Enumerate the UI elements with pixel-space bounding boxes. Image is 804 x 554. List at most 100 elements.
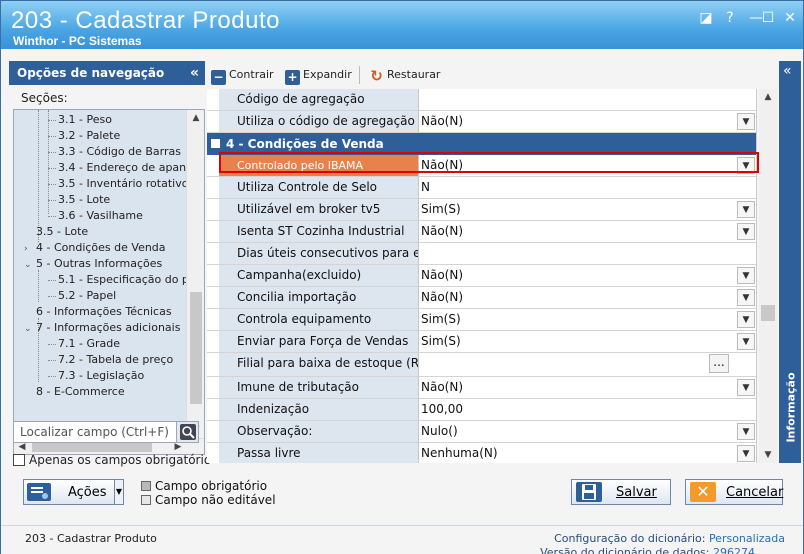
property-grid: Código de agregação Utiliza o código de …: [207, 89, 757, 463]
tree-item[interactable]: 3.4 - Endereço de apanha: [58, 160, 200, 176]
chevron-down-icon[interactable]: ▼: [737, 289, 755, 306]
dict-config-label: Configuração do dicionário:: [554, 532, 706, 545]
row-value[interactable]: 100,00: [419, 399, 756, 420]
grid-row[interactable]: Imune de tributação Não(N) ▼: [207, 377, 756, 399]
row-value-text: Não(N): [421, 224, 464, 238]
row-value[interactable]: Não(N) ▼: [419, 265, 756, 286]
grid-row[interactable]: Indenização 100,00: [207, 399, 756, 421]
section-title: 4 - Condições de Venda: [226, 137, 384, 151]
row-value-text: Sim(S): [421, 334, 461, 348]
tree-item[interactable]: 3.5 - Inventário rotativo: [58, 176, 188, 192]
cancel-button[interactable]: ✕ Cancelar: [685, 479, 783, 505]
grid-row[interactable]: Utiliza o código de agregação Não(N) ▼: [207, 111, 756, 133]
collapse-section-icon[interactable]: [211, 139, 220, 148]
help-icon[interactable]: ?: [719, 9, 741, 27]
chevron-down-icon[interactable]: ▼: [737, 379, 755, 396]
scroll-down-icon[interactable]: ▼: [760, 447, 776, 463]
checkbox-box[interactable]: [13, 454, 25, 466]
tree-item[interactable]: 7.1 - Grade: [58, 336, 120, 352]
restaurar-button[interactable]: ↻ Restaurar: [369, 65, 440, 85]
tree-item[interactable]: ⌄ 7 - Informações adicionais: [24, 320, 180, 336]
tree-connector: [48, 184, 56, 185]
actions-button[interactable]: Ações: [23, 479, 123, 505]
grid-row[interactable]: Código de agregação: [207, 89, 756, 111]
tree-item[interactable]: 5.1 - Especificação do pro: [58, 272, 200, 288]
close-icon[interactable]: ✕: [779, 9, 801, 27]
actions-dropdown-icon[interactable]: ▼: [114, 479, 124, 505]
tree-vertical-scrollbar[interactable]: ▲ ▼: [186, 110, 204, 438]
chevron-down-icon[interactable]: ▼: [737, 423, 755, 440]
tree-item[interactable]: 3.5 - Lote: [58, 192, 110, 208]
chevron-down-icon[interactable]: ▼: [737, 333, 755, 350]
tree-item[interactable]: › 4 - Condições de Venda: [24, 240, 166, 256]
grid-vertical-scrollbar[interactable]: ▲ ▼: [759, 89, 777, 463]
search-field[interactable]: Localizar campo (Ctrl+F): [13, 421, 199, 443]
tree-scroll-thumb[interactable]: [190, 292, 202, 404]
row-value[interactable]: [419, 243, 756, 264]
collapse-left-icon[interactable]: «: [190, 61, 199, 85]
grid-row[interactable]: Campanha(excluido) Não(N) ▼: [207, 265, 756, 287]
row-value-text: Não(N): [421, 268, 464, 282]
chevron-down-icon[interactable]: ▼: [737, 113, 755, 130]
tree-item[interactable]: 7.3 - Legislação: [58, 368, 144, 384]
maximize-icon[interactable]: ☐: [757, 9, 779, 27]
chevron-down-icon[interactable]: ⌄: [24, 321, 36, 337]
row-value[interactable]: N: [419, 177, 756, 198]
grid-row[interactable]: Utilizável em broker tv5 Sim(S) ▼: [207, 199, 756, 221]
chevron-down-icon[interactable]: ▼: [737, 201, 755, 218]
row-value[interactable]: Sim(S) ▼: [419, 331, 756, 352]
grid-scroll-thumb[interactable]: [761, 305, 775, 321]
tree-item[interactable]: 7.2 - Tabela de preço: [58, 352, 173, 368]
tree-item[interactable]: 3.6 - Vasilhame: [58, 208, 143, 224]
status-left-text: 203 - Cadastrar Produto: [25, 532, 157, 545]
tree-item[interactable]: 3.2 - Palete: [58, 128, 120, 144]
search-button[interactable]: [176, 422, 198, 442]
tree-item[interactable]: 8 - E-Commerce: [36, 384, 125, 400]
grid-row[interactable]: Observação: Nulo() ▼: [207, 421, 756, 443]
tree-hscroll-thumb[interactable]: [32, 442, 152, 452]
grid-row[interactable]: Enviar para Força de Vendas Sim(S) ▼: [207, 331, 756, 353]
row-value[interactable]: Nenhuma(N) ▼: [419, 443, 756, 463]
chevron-right-icon[interactable]: ›: [24, 241, 36, 257]
expandir-button[interactable]: + Expandir: [285, 65, 352, 85]
row-value[interactable]: Não(N) ▼: [419, 377, 756, 398]
tree-item[interactable]: 6 - Informações Técnicas: [36, 304, 172, 320]
chevron-down-icon[interactable]: ▼: [737, 223, 755, 240]
tree-item[interactable]: 3.3 - Código de Barras: [58, 144, 181, 160]
restore-icon[interactable]: ◪: [695, 9, 717, 27]
chevron-down-icon[interactable]: ▼: [737, 267, 755, 284]
row-value[interactable]: Sim(S) ▼: [419, 309, 756, 330]
tree-item[interactable]: 5.2 - Papel: [58, 288, 116, 304]
contrair-button[interactable]: − Contrair: [211, 65, 274, 85]
save-button[interactable]: Salvar: [571, 479, 671, 505]
row-value[interactable]: Não(N) ▼: [419, 111, 756, 132]
tree-item[interactable]: 3.5 - Lote: [36, 224, 88, 240]
grid-row[interactable]: Utiliza Controle de Selo N: [207, 177, 756, 199]
tree-item[interactable]: 3.1 - Peso: [58, 112, 112, 128]
ellipsis-button[interactable]: ...: [709, 354, 729, 373]
grid-row[interactable]: Isenta ST Cozinha Industrial Não(N) ▼: [207, 221, 756, 243]
row-value[interactable]: ...: [419, 353, 756, 376]
row-value[interactable]: Nulo() ▼: [419, 421, 756, 442]
row-value[interactable]: [419, 89, 756, 110]
row-value[interactable]: Não(N) ▼: [419, 287, 756, 308]
info-panel[interactable]: « Informação: [779, 61, 801, 463]
sections-tree[interactable]: 3.1 - Peso 3.2 - Palete 3.3 - Código de Ba…: [13, 109, 205, 455]
collapse-right-icon[interactable]: «: [783, 63, 792, 79]
scroll-up-icon[interactable]: ▲: [760, 89, 776, 105]
chevron-down-icon[interactable]: ▼: [737, 445, 755, 462]
grid-row[interactable]: Filial para baixa de estoque (Re...: [207, 353, 756, 377]
chevron-down-icon[interactable]: ⌄: [24, 257, 36, 273]
scroll-up-icon[interactable]: ▲: [188, 110, 204, 126]
chevron-down-icon[interactable]: ▼: [737, 311, 755, 328]
grid-row[interactable]: Dias úteis consecutivos para en: [207, 243, 756, 265]
grid-row[interactable]: Controla equipamento Sim(S) ▼: [207, 309, 756, 331]
grid-row[interactable]: Passa livre Nenhuma(N) ▼: [207, 443, 756, 463]
row-value[interactable]: Não(N) ▼: [419, 221, 756, 242]
tree-item[interactable]: ⌄ 5 - Outras Informações: [24, 256, 162, 272]
grid-row[interactable]: Concilia importação Não(N) ▼: [207, 287, 756, 309]
row-value[interactable]: Sim(S) ▼: [419, 199, 756, 220]
row-label: Enviar para Força de Vendas: [219, 331, 419, 352]
search-icon: [180, 424, 196, 440]
only-required-checkbox[interactable]: Apenas os campos obrigatório: [13, 453, 211, 467]
